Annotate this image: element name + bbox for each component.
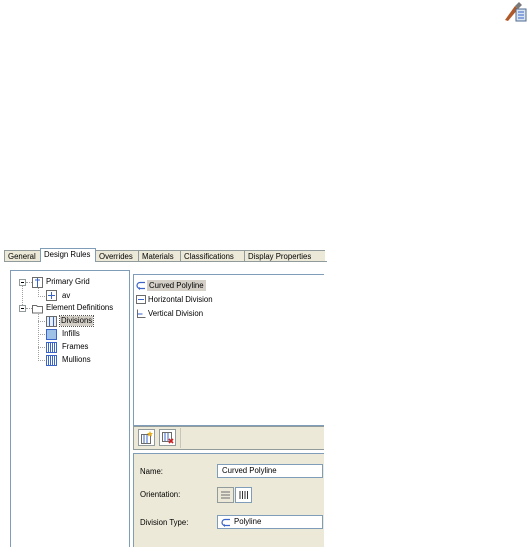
vertical-division-icon [136,309,146,318]
tree-item-mullions[interactable]: Mullions [62,355,91,365]
collapse-primary-grid-icon[interactable] [19,279,26,286]
tab-display-properties[interactable]: Display Properties [244,250,325,261]
frames-icon [46,342,57,353]
name-field[interactable]: Curved Polyline [217,464,323,478]
orientation-label: Orientation: [140,490,181,499]
curved-polyline-icon [136,281,146,290]
orientation-horizontal-button[interactable] [217,487,234,503]
polyline-icon [221,518,231,527]
list-item-vertical-division[interactable]: Vertical Division [136,308,316,319]
tab-overrides[interactable]: Overrides [95,250,139,261]
division-type-value: Polyline [234,517,262,526]
tree-connector [38,334,45,335]
division-type-label: Division Type: [140,518,189,527]
primary-grid-icon [32,277,43,288]
delete-division-button[interactable] [159,429,176,446]
new-division-icon [141,431,153,444]
tree-item-primary-grid[interactable]: Primary Grid [46,277,90,287]
division-list[interactable]: Curved Polyline Horizontal Division Vert… [133,274,324,426]
division-toolbar [133,426,324,450]
tree-item-frames[interactable]: Frames [62,342,88,352]
vertical-lines-icon [239,491,248,499]
tree-connector [38,347,45,348]
horizontal-lines-icon [221,491,230,499]
style-manager-icon[interactable] [502,0,527,22]
tab-classifications[interactable]: Classifications [180,250,245,261]
tree-item-infills[interactable]: Infills [62,329,80,339]
divisions-icon [46,316,57,327]
tab-strip: General Design Rules Overrides Materials… [4,248,325,262]
delete-division-icon [162,432,174,444]
orientation-toggle [217,487,255,503]
tree-item-element-definitions[interactable]: Element Definitions [46,303,113,313]
horizontal-division-icon [136,295,146,304]
tree-item-av[interactable]: av [62,291,70,301]
tree-connector [38,360,45,361]
element-tree[interactable]: Primary Grid av Element Definitions Divi… [10,270,130,547]
tree-item-divisions[interactable]: Divisions [58,315,95,327]
list-item-curved-polyline[interactable]: Curved Polyline [136,280,316,291]
tab-design-rules[interactable]: Design Rules [40,248,96,262]
tab-general[interactable]: General [4,250,41,261]
division-type-select[interactable]: Polyline [217,515,323,529]
orientation-vertical-button[interactable] [235,487,252,503]
new-division-button[interactable] [138,429,155,446]
name-label: Name: [140,467,163,476]
grid-layout-icon [46,290,57,301]
tab-materials[interactable]: Materials [138,250,181,261]
infills-icon [46,329,57,340]
tree-connector [38,321,45,322]
mullions-icon [46,355,57,366]
toolbar-separator [180,428,181,448]
folder-icon [32,303,43,314]
tree-connector [38,296,45,297]
list-item-horizontal-division[interactable]: Horizontal Division [136,294,316,305]
collapse-element-definitions-icon[interactable] [19,305,26,312]
